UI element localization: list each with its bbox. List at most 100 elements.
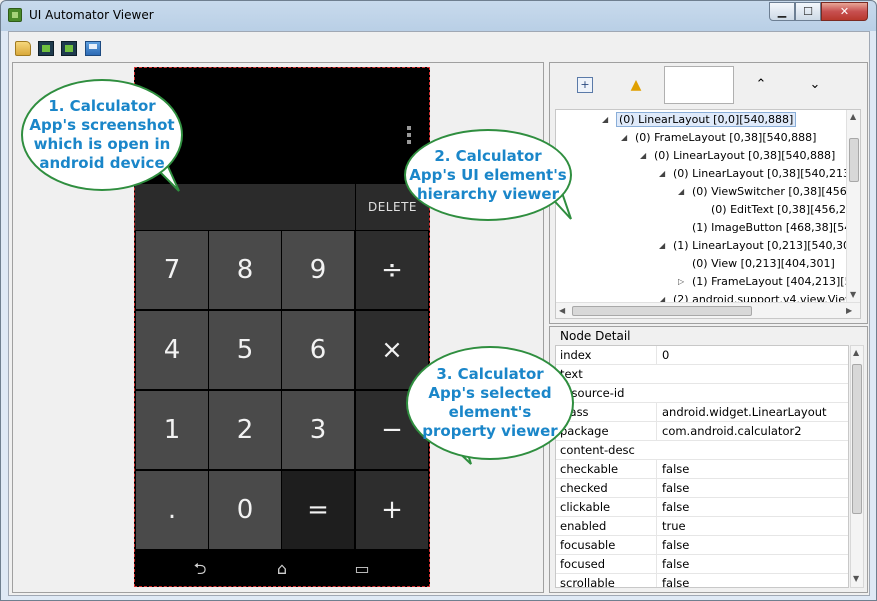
tree-node-label: (0) EditText [0,38][456,213 (711, 203, 846, 216)
property-vertical-scroll-thumb[interactable] (852, 364, 862, 514)
tree-node[interactable]: (0) View [0,213][404,301] (692, 255, 835, 273)
property-row[interactable]: package com.android.calculator2 (556, 422, 848, 441)
expanded-twisty-icon[interactable]: ◢ (640, 147, 650, 165)
property-value: false (656, 479, 848, 497)
key-digit[interactable]: 2 (209, 391, 281, 469)
property-row[interactable]: focusable false (556, 536, 848, 555)
chevron-down-icon[interactable]: ⌄ (807, 77, 823, 93)
tree-node-label: (1) LinearLayout [0,213][540,301] (673, 239, 846, 252)
tree-node-label: (0) FrameLayout [0,38][540,888] (635, 131, 817, 144)
recents-icon[interactable]: ▭ (347, 560, 377, 578)
key-digit[interactable]: 7 (136, 231, 208, 309)
chevron-up-icon[interactable]: ⌃ (753, 77, 769, 93)
tree-node[interactable]: ◢ (0) FrameLayout [0,38][540,888] (621, 129, 817, 147)
hierarchy-tree[interactable]: ◢ (0) LinearLayout [0,0][540,888] ◢ (0) Fra… (555, 109, 861, 319)
callout-line: App's UI element's (409, 165, 567, 184)
tree-node-label: (0) ViewSwitcher [0,38][456,2 (692, 185, 846, 198)
close-button[interactable]: ✕ (821, 2, 868, 21)
expanded-twisty-icon[interactable]: ◢ (678, 183, 688, 201)
property-row[interactable]: checked false (556, 479, 848, 498)
app-window: UI Automator Viewer ▁ ☐ ✕ DELETE 7 8 9 ÷ 4 5 6… (0, 0, 877, 601)
property-row[interactable]: content-desc (556, 441, 848, 460)
property-key: package (560, 424, 609, 438)
android-navbar: ⮌ ⌂ ▭ (135, 552, 429, 586)
device-screenshot-icon[interactable] (38, 41, 54, 56)
title-bar[interactable]: UI Automator Viewer ▁ ☐ ✕ (1, 1, 876, 30)
back-icon[interactable]: ⮌ (185, 560, 215, 578)
tree-node-label: (0) LinearLayout [0,38][540,213] (673, 167, 846, 180)
key-digit[interactable]: 9 (282, 231, 354, 309)
property-row[interactable]: resource-id (556, 384, 848, 403)
property-value: false (656, 555, 848, 573)
expanded-twisty-icon[interactable]: ◢ (621, 129, 631, 147)
open-folder-icon[interactable] (15, 41, 31, 56)
tree-horizontal-scrollbar[interactable]: ◀ ▶ (556, 302, 860, 318)
main-toolbar (9, 32, 869, 62)
property-row[interactable]: class android.widget.LinearLayout (556, 403, 848, 422)
window-title: UI Automator Viewer (29, 8, 154, 22)
property-key: scrollable (560, 576, 615, 588)
property-key: index (560, 348, 592, 362)
property-row[interactable]: checkable false (556, 460, 848, 479)
property-row[interactable]: scrollable false (556, 574, 848, 588)
node-detail-title: Node Detail (560, 329, 631, 343)
callout-3: 3. Calculator App's selected element's prop… (406, 346, 574, 460)
tree-node-label: (0) LinearLayout [0,38][540,888] (654, 149, 836, 162)
property-key: focusable (560, 538, 616, 552)
key-digit[interactable]: 6 (282, 311, 354, 389)
key-digit[interactable]: 8 (209, 231, 281, 309)
collapsed-twisty-icon[interactable]: ▷ (678, 273, 688, 291)
key-digit[interactable]: 3 (282, 391, 354, 469)
maximize-button[interactable]: ☐ (795, 2, 821, 21)
property-table[interactable]: index 0 text resource-id class android.widget… (555, 345, 849, 588)
key-digit[interactable]: = (282, 471, 354, 549)
home-icon[interactable]: ⌂ (267, 560, 297, 578)
tree-vertical-scroll-thumb[interactable] (849, 138, 859, 182)
tree-node[interactable]: (1) ImageButton [468,38][540 (692, 219, 846, 237)
tree-node[interactable]: (0) EditText [0,38][456,213 (711, 201, 846, 219)
tree-horizontal-scroll-thumb[interactable] (572, 306, 752, 316)
callout-line: 2. Calculator (434, 146, 542, 165)
callout-line: hierarchy viewer (416, 184, 559, 203)
key-digit[interactable]: 0 (209, 471, 281, 549)
warning-icon[interactable]: ▲ (628, 77, 644, 93)
overflow-menu-icon[interactable] (407, 126, 411, 144)
minimize-button[interactable]: ▁ (769, 2, 795, 21)
key-digit[interactable]: . (136, 471, 208, 549)
property-key: text (560, 367, 583, 381)
key-operator[interactable]: ÷ (356, 231, 428, 309)
expanded-twisty-icon[interactable]: ◢ (659, 291, 669, 302)
expanded-twisty-icon[interactable]: ◢ (659, 165, 669, 183)
callout-line: android device (39, 154, 165, 172)
tree-node-label: (0) LinearLayout [0,0][540,888] (616, 112, 797, 127)
tree-node[interactable]: ◢ (0) ViewSwitcher [0,38][456,2 (678, 183, 846, 201)
property-row[interactable]: focused false (556, 555, 848, 574)
property-row[interactable]: index 0 (556, 346, 848, 365)
callout-line: App's screenshot (29, 116, 175, 134)
property-vertical-scrollbar[interactable]: ▲ ▼ (850, 345, 864, 588)
tree-node[interactable]: ◢ (0) LinearLayout [0,38][540,213] (659, 165, 846, 183)
node-detail-pane: Node Detail index 0 text resource-id class an… (549, 326, 868, 593)
tree-node[interactable]: ◢ (0) LinearLayout [0,38][540,888] (640, 147, 836, 165)
tree-node[interactable]: ◢ (2) android.support.v4.view.View (659, 291, 846, 302)
property-row[interactable]: enabled true (556, 517, 848, 536)
property-row[interactable]: text (556, 365, 848, 384)
property-row[interactable]: clickable false (556, 498, 848, 517)
device-screenshot-compressed-icon[interactable] (61, 41, 77, 56)
key-digit[interactable]: 5 (209, 311, 281, 389)
tree-node-label: (0) View [0,213][404,301] (692, 257, 835, 270)
expanded-twisty-icon[interactable]: ◢ (659, 237, 669, 255)
key-digit[interactable]: 4 (136, 311, 208, 389)
tree-node[interactable]: ◢ (1) LinearLayout [0,213][540,301] (659, 237, 846, 255)
search-input[interactable] (664, 66, 734, 104)
key-operator[interactable]: + (356, 471, 428, 549)
expand-all-icon[interactable]: + (577, 77, 593, 93)
property-key: checked (560, 481, 608, 495)
save-icon[interactable] (85, 41, 101, 56)
key-digit[interactable]: 1 (136, 391, 208, 469)
tree-node[interactable]: ▷ (1) FrameLayout [404,213][54 (678, 273, 846, 291)
tree-node[interactable]: ◢ (0) LinearLayout [0,0][540,888] (602, 111, 797, 129)
tree-vertical-scrollbar[interactable]: ▲ ▼ (846, 110, 860, 302)
expanded-twisty-icon[interactable]: ◢ (602, 111, 612, 129)
property-value: false (656, 498, 848, 516)
